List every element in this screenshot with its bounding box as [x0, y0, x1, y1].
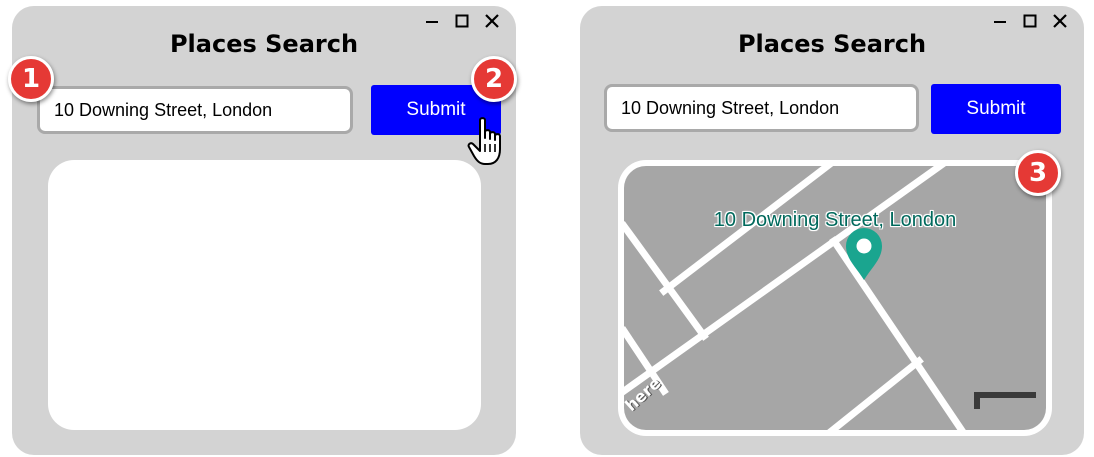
step-badge-1: 1: [8, 56, 54, 102]
pointer-hand-icon: [467, 117, 501, 165]
step-badge-3: 3: [1015, 150, 1061, 196]
places-search-window-before: Places Search Submit: [12, 6, 516, 455]
window-controls: [992, 13, 1068, 29]
window-controls: [424, 13, 500, 29]
window-title: Places Search: [737, 30, 927, 58]
places-search-window-after: Places Search Submit: [580, 6, 1084, 455]
window-title: Places Search: [169, 30, 359, 58]
map-result-panel-empty: [48, 160, 481, 430]
map-view[interactable]: 10 Downing Street, London here: [618, 160, 1052, 436]
map-marker-label: 10 Downing Street, London: [713, 209, 957, 231]
map-canvas[interactable]: [624, 166, 1046, 430]
address-input[interactable]: [604, 84, 919, 132]
maximize-icon[interactable]: [454, 13, 470, 29]
address-input[interactable]: [37, 86, 353, 134]
minimize-icon[interactable]: [424, 13, 440, 29]
submit-button[interactable]: Submit: [931, 84, 1061, 134]
close-icon[interactable]: [484, 13, 500, 29]
step-badge-2: 2: [471, 56, 517, 102]
close-icon[interactable]: [1052, 13, 1068, 29]
map-background: [624, 166, 1046, 430]
maximize-icon[interactable]: [1022, 13, 1038, 29]
minimize-icon[interactable]: [992, 13, 1008, 29]
